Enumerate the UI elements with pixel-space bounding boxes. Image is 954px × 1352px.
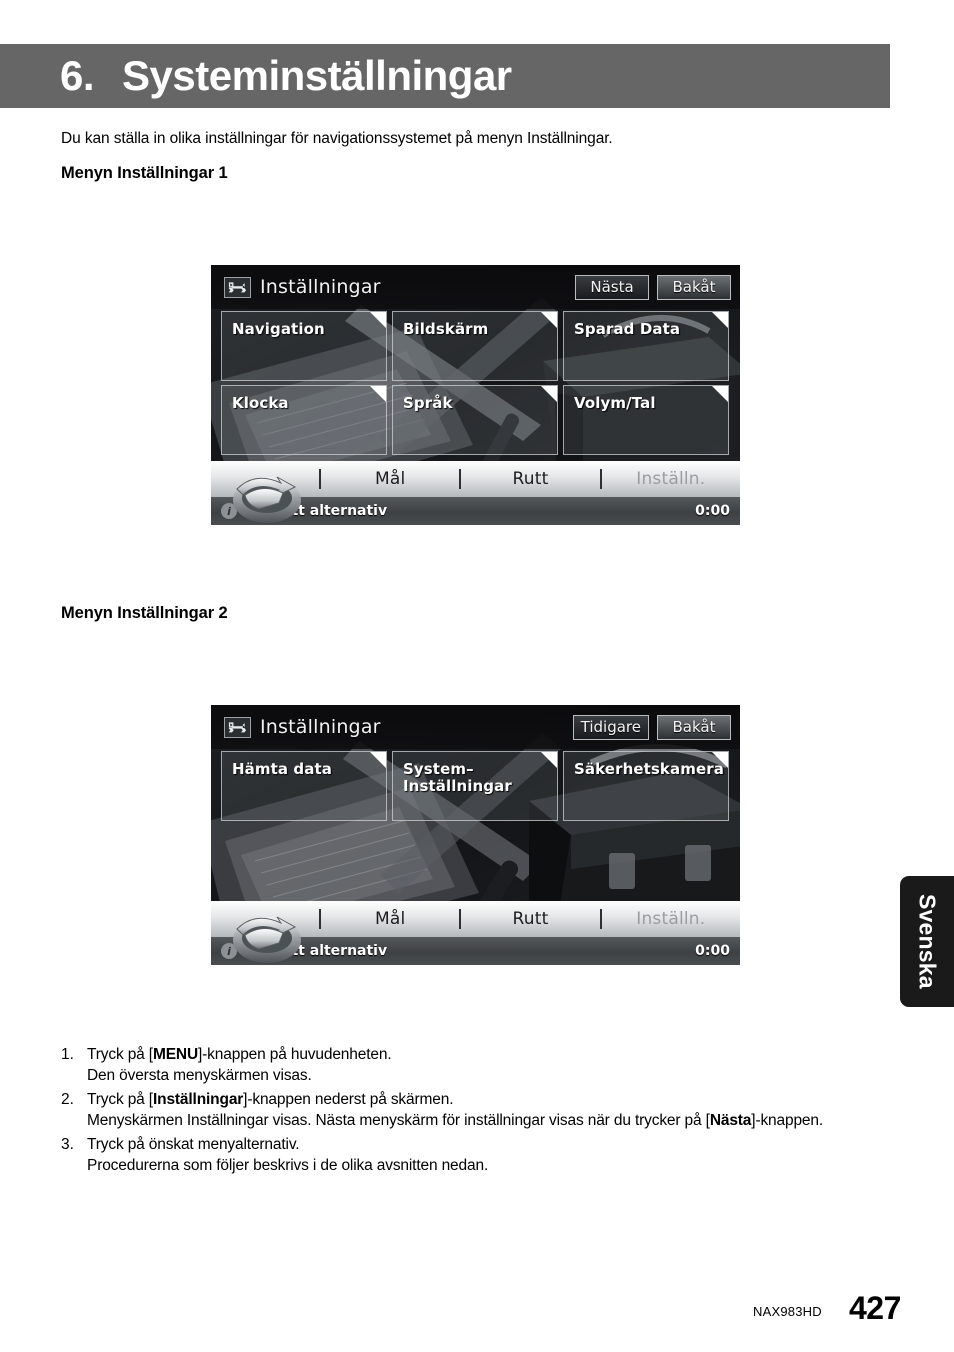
language-tab-svenska: Svenska [900, 876, 954, 1007]
step-line: Menyskärmen Inställningar visas. Nästa m… [87, 1110, 823, 1131]
chapter-banner: 6. Systeminställningar [0, 44, 890, 108]
menu-tile-label: Säkerhetskamera [574, 760, 724, 778]
navbar-item-mal[interactable]: Mål [321, 469, 459, 489]
step-item: 3. Tryck på önskat menyalternativ. Proce… [61, 1134, 871, 1176]
chapter-number: 6. [60, 52, 95, 99]
step-line: Den översta menyskärmen visas. [87, 1067, 312, 1084]
menu-tile-sakerhetskamera[interactable]: Säkerhetskamera [563, 751, 729, 821]
menu-tile-label: Klocka [232, 394, 289, 412]
info-icon: i [221, 943, 237, 959]
step-text-part: ]-knappen nederst på skärmen. [243, 1091, 454, 1108]
section-heading-2: Menyn Inställningar 2 [61, 604, 228, 622]
status-clock: 0:00 [695, 503, 730, 519]
screen-header-buttons: Nästa Bakåt [575, 274, 731, 300]
menu-tile-navigation[interactable]: Navigation [221, 311, 387, 381]
corner-fold-icon [370, 312, 386, 328]
navbar-item-installn[interactable]: Inställn. [602, 469, 740, 489]
settings-menu-screen-2: Inställningar Tidigare Bakåt Hämta data … [211, 705, 740, 965]
screen-status-bar: i Välj ett alternativ 0:00 [211, 497, 740, 525]
step-line: Procedurerna som följer beskrivs i de ol… [87, 1157, 489, 1174]
step-text: Tryck på [MENU]-knappen på huvudenheten.… [87, 1044, 392, 1086]
corner-fold-icon [541, 752, 557, 768]
previous-button[interactable]: Tidigare [572, 714, 649, 740]
corner-fold-icon [370, 386, 386, 402]
step-line: Tryck på [MENU]-knappen på huvudenheten. [87, 1044, 392, 1065]
step-keyword: Nästa [709, 1112, 752, 1129]
screen-status-bar: i Välj ett alternativ 0:00 [211, 937, 740, 965]
menu-tile-sparad-data[interactable]: Sparad Data [563, 311, 729, 381]
menu-tile-hamta-data[interactable]: Hämta data [221, 751, 387, 821]
page-number: 427 [849, 1290, 901, 1326]
menu-tile-label: System– Inställningar [403, 760, 512, 795]
step-text: Tryck på [Inställningar]-knappen nederst… [87, 1089, 823, 1131]
menu-tile-grid: Hämta data System– Inställningar Säkerhe… [221, 751, 730, 821]
language-tab-label: Svenska [914, 894, 941, 989]
status-message: Välj ett alternativ [248, 503, 388, 519]
step-keyword: MENU [152, 1046, 199, 1063]
step-text: Tryck på önskat menyalternativ. Procedur… [87, 1134, 488, 1176]
corner-fold-icon [712, 752, 728, 768]
step-number: 3. [61, 1136, 74, 1153]
screen-navbar: Mål Rutt Inställn. [211, 461, 740, 497]
screen-header-buttons: Tidigare Bakåt [572, 714, 731, 740]
screen-title: Inställningar [260, 716, 381, 738]
menu-tile-sprak[interactable]: Språk [392, 385, 558, 455]
back-button[interactable]: Bakåt [657, 274, 731, 300]
step-keyword: Inställningar [152, 1091, 244, 1108]
menu-tile-label: Navigation [232, 320, 325, 338]
corner-fold-icon [541, 386, 557, 402]
corner-fold-icon [541, 312, 557, 328]
navbar-item-mal[interactable]: Mål [321, 909, 459, 929]
step-text-part: ]-knappen. [751, 1112, 824, 1129]
menu-tile-label: Bildskärm [403, 320, 489, 338]
step-number: 1. [61, 1046, 74, 1063]
menu-tile-bildskarm[interactable]: Bildskärm [392, 311, 558, 381]
menu-tile-system-installningar[interactable]: System– Inställningar [392, 751, 558, 821]
navbar-item-rutt[interactable]: Rutt [461, 909, 599, 929]
step-line: Tryck på önskat menyalternativ. [87, 1136, 300, 1153]
step-text-part: Tryck på [ [87, 1091, 153, 1108]
step-item: 2. Tryck på [Inställningar]-knappen nede… [61, 1089, 871, 1131]
menu-tile-label: Hämta data [232, 760, 332, 778]
menu-tile-grid: Navigation Bildskärm Sparad Data Klocka … [221, 311, 730, 455]
screen-navbar: Mål Rutt Inställn. [211, 901, 740, 937]
screen-title: Inställningar [260, 276, 381, 298]
step-line: Tryck på [Inställningar]-knappen nederst… [87, 1089, 823, 1110]
corner-fold-icon [712, 386, 728, 402]
menu-tile-klocka[interactable]: Klocka [221, 385, 387, 455]
menu-tile-label: Sparad Data [574, 320, 681, 338]
corner-fold-icon [370, 752, 386, 768]
status-message: Välj ett alternativ [248, 943, 388, 959]
step-number: 2. [61, 1091, 74, 1108]
model-number: NAX983HD [753, 1304, 822, 1319]
step-text-part: Menyskärmen Inställningar visas. Nästa m… [87, 1112, 710, 1129]
menu-tile-label: Språk [403, 394, 453, 412]
next-button[interactable]: Nästa [575, 274, 649, 300]
navbar-item-installn[interactable]: Inställn. [602, 909, 740, 929]
step-text-part: Tryck på [ [87, 1046, 153, 1063]
back-button[interactable]: Bakåt [657, 714, 731, 740]
page-title: Systeminställningar [122, 52, 512, 99]
section-heading-1: Menyn Inställningar 1 [61, 164, 228, 182]
status-clock: 0:00 [695, 943, 730, 959]
settings-menu-screen-1: Inställningar Nästa Bakåt Navigation Bil… [211, 265, 740, 525]
info-icon: i [221, 503, 237, 519]
step-text-part: ]-knappen på huvudenheten. [198, 1046, 392, 1063]
wrench-icon [224, 716, 251, 738]
screen-header: Inställningar Nästa Bakåt [211, 265, 740, 309]
wrench-icon [224, 276, 251, 298]
procedure-steps: 1. Tryck på [MENU]-knappen på huvudenhet… [61, 1044, 871, 1179]
menu-tile-volym-tal[interactable]: Volym/Tal [563, 385, 729, 455]
navbar-item-rutt[interactable]: Rutt [461, 469, 599, 489]
intro-paragraph: Du kan ställa in olika inställningar för… [61, 130, 613, 147]
corner-fold-icon [712, 312, 728, 328]
screen-header: Inställningar Tidigare Bakåt [211, 705, 740, 749]
step-item: 1. Tryck på [MENU]-knappen på huvudenhet… [61, 1044, 871, 1086]
menu-tile-label: Volym/Tal [574, 394, 656, 412]
